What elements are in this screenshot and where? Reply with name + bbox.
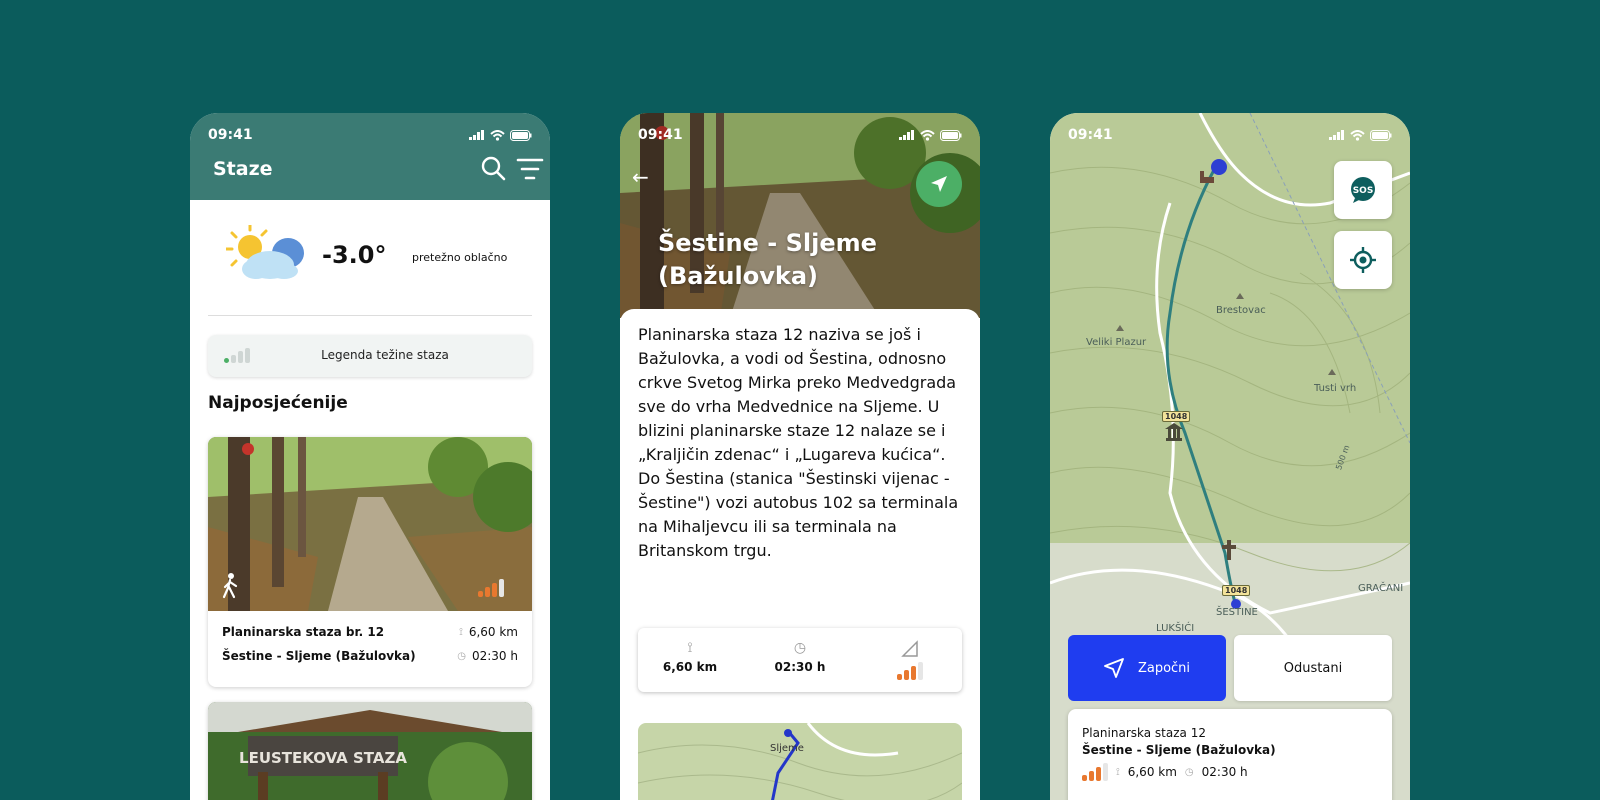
trail-stats: ⟟ 6,60 km ◷ 02:30 h <box>638 628 962 692</box>
trail-card[interactable]: LEUSTEKOVA STAZA <box>208 702 532 800</box>
trail-card[interactable]: Planinarska staza br. 12 Šestine - Sljem… <box>208 437 532 687</box>
crosshair-icon <box>1350 247 1376 273</box>
trail-route: Šestine - Sljeme (Bažulovka) <box>1082 743 1276 757</box>
signal-icon <box>1329 130 1344 140</box>
divider <box>208 315 532 316</box>
section-title: Najposjećenije <box>208 393 348 413</box>
difficulty-indicator <box>478 579 504 597</box>
sos-button[interactable]: SOS <box>1334 161 1392 219</box>
trail-route: Šestine - Sljeme (Bažulovka) <box>222 649 416 663</box>
map-navigation-screen: Veliki Plazur Brestovac Tusti vrh 500 m … <box>1050 113 1410 800</box>
map-label-luksici: LUKŠIĆI <box>1156 623 1195 634</box>
cancel-button[interactable]: Odustani <box>1234 635 1392 701</box>
sign-text: LEUSTEKOVA STAZA <box>239 749 407 767</box>
battery-icon <box>1370 129 1392 141</box>
map-label-gracani: GRAČANI <box>1358 583 1404 594</box>
status-bar: 09:41 <box>638 125 962 145</box>
trail-minimap[interactable]: Sljeme <box>638 723 962 800</box>
filter-icon[interactable] <box>516 155 544 183</box>
locate-me-button[interactable] <box>1334 231 1392 289</box>
status-time: 09:41 <box>1068 127 1113 143</box>
wifi-icon <box>1350 129 1365 141</box>
status-icons <box>1329 129 1392 141</box>
trail-title: Šestine - Sljeme (Bažulovka) <box>658 229 877 290</box>
wifi-icon <box>920 129 935 141</box>
minimap-label: Sljeme <box>770 743 804 754</box>
clock-icon: ◷ <box>793 640 807 656</box>
cancel-label: Odustani <box>1283 660 1343 676</box>
wifi-icon <box>490 129 505 141</box>
navigation-arrow-icon <box>931 176 947 192</box>
status-bar: 09:41 <box>208 125 532 145</box>
page-title: Staze <box>213 158 273 180</box>
map-label-tusti-vrh: Tusti vrh <box>1314 383 1357 394</box>
distance-icon: ⟟ <box>1116 766 1120 778</box>
difficulty-legend-button[interactable]: Legenda težine staza <box>208 335 532 377</box>
trail-description: Planinarska staza 12 naziva se još i Baž… <box>638 325 959 560</box>
navigate-button[interactable] <box>916 161 962 207</box>
difficulty-indicator <box>1082 763 1108 781</box>
stat-duration: ◷ 02:30 h <box>750 640 850 674</box>
trail-photo: LEUSTEKOVA STAZA <box>208 702 532 800</box>
road-number: 1048 <box>1162 411 1191 422</box>
signal-icon <box>899 130 914 140</box>
search-icon[interactable] <box>480 155 508 183</box>
trail-distance: ⟟ 6,60 km <box>459 625 518 639</box>
difficulty-indicator <box>860 662 960 680</box>
temperature: -3.0° <box>322 241 387 269</box>
map-label-brestovac: Brestovac <box>1216 305 1266 316</box>
battery-icon <box>510 129 532 141</box>
start-button[interactable]: Započni <box>1068 635 1226 701</box>
trail-info-card[interactable]: Planinarska staza 12 Šestine - Sljeme (B… <box>1068 709 1392 800</box>
sos-label: SOS <box>1353 186 1374 196</box>
status-time: 09:41 <box>638 127 683 143</box>
distance-icon: ⟟ <box>459 626 463 638</box>
clock-icon: ◷ <box>457 650 466 662</box>
stat-difficulty <box>860 640 960 680</box>
trail-distance: 6,60 km <box>1127 765 1177 779</box>
trail-detail-screen: 09:41 ← Šestine - Sljeme (Bažulovka) Pla… <box>620 113 980 800</box>
navigation-arrow-icon <box>1104 658 1124 678</box>
trail-duration: 02:30 h <box>1201 765 1248 779</box>
back-arrow-icon[interactable]: ← <box>632 165 649 189</box>
start-label: Započni <box>1137 660 1191 676</box>
status-bar: 09:41 <box>1068 125 1392 145</box>
trail-name: Planinarska staza br. 12 <box>222 625 385 639</box>
distance-icon: ⟟ <box>687 640 693 656</box>
minimap-canvas: Sljeme <box>638 723 962 800</box>
legend-label: Legenda težine staza <box>321 348 449 362</box>
trail-name: Planinarska staza 12 <box>1082 726 1206 740</box>
sos-icon: SOS <box>1351 177 1375 203</box>
weather-description: pretežno oblačno <box>412 251 508 264</box>
signal-icon <box>469 130 484 140</box>
hiking-icon <box>222 573 238 599</box>
map-label-sestine: ŠESTINE <box>1216 607 1258 618</box>
battery-icon <box>940 129 962 141</box>
status-icons <box>469 129 532 141</box>
status-time: 09:41 <box>208 127 253 143</box>
slope-icon <box>901 640 918 657</box>
trail-meta: ⟟ 6,60 km ◷ 02:30 h <box>1082 763 1248 781</box>
clock-icon: ◷ <box>1184 766 1194 778</box>
stat-distance: ⟟ 6,60 km <box>640 640 740 674</box>
map-label-veliki-plazur: Veliki Plazur <box>1086 337 1147 348</box>
road-number: 1048 <box>1222 585 1251 596</box>
trails-list-screen: 09:41 Staze -3.0° pretežno oblačno Legen… <box>190 113 550 800</box>
status-icons <box>899 129 962 141</box>
trail-duration: ◷ 02:30 h <box>457 649 518 663</box>
